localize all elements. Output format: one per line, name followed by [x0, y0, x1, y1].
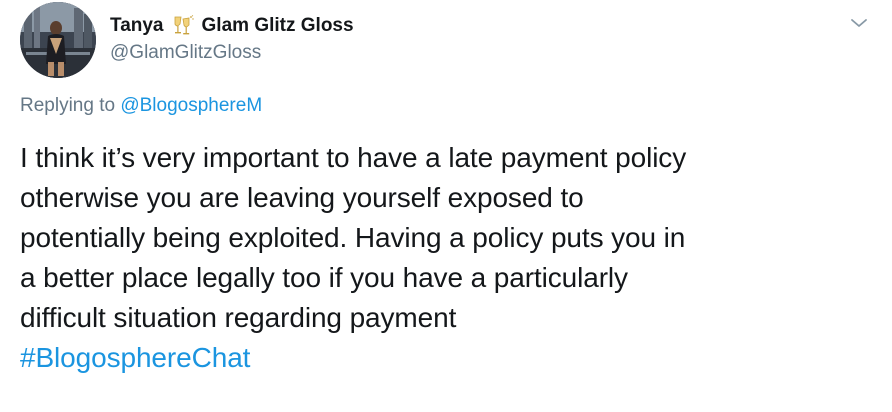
replying-to-label: Replying to	[20, 95, 116, 116]
tweet-text-line: difficult situation regarding payment	[20, 302, 457, 333]
chevron-down-icon	[851, 19, 867, 27]
display-name[interactable]: Tanya	[110, 15, 164, 37]
tweet-text: I think it’s very important to have a la…	[20, 138, 880, 378]
display-name-suffix[interactable]: Glam Glitz Gloss	[202, 15, 354, 37]
champagne-glasses-icon	[170, 15, 196, 37]
tweet-text-line: a better place legally too if you have a…	[20, 262, 628, 293]
avatar[interactable]	[20, 2, 96, 78]
replying-to: Replying to @BlogosphereM	[20, 95, 262, 117]
tweet-text-line: I think it’s very important to have a la…	[20, 142, 687, 173]
avatar-image	[20, 2, 96, 78]
hashtag-link[interactable]: #BlogosphereChat	[20, 338, 880, 378]
tweet: Tanya Glam Glitz Gloss @GlamGlitzGloss R…	[0, 0, 892, 412]
tweet-text-line: otherwise you are leaving yourself expos…	[20, 182, 584, 213]
more-options-button[interactable]	[846, 10, 872, 36]
author-name-row[interactable]: Tanya Glam Glitz Gloss	[110, 14, 354, 38]
user-handle[interactable]: @GlamGlitzGloss	[110, 42, 261, 64]
tweet-text-line: potentially being exploited. Having a po…	[20, 222, 686, 253]
replying-to-mention-link[interactable]: @BlogosphereM	[120, 95, 262, 116]
